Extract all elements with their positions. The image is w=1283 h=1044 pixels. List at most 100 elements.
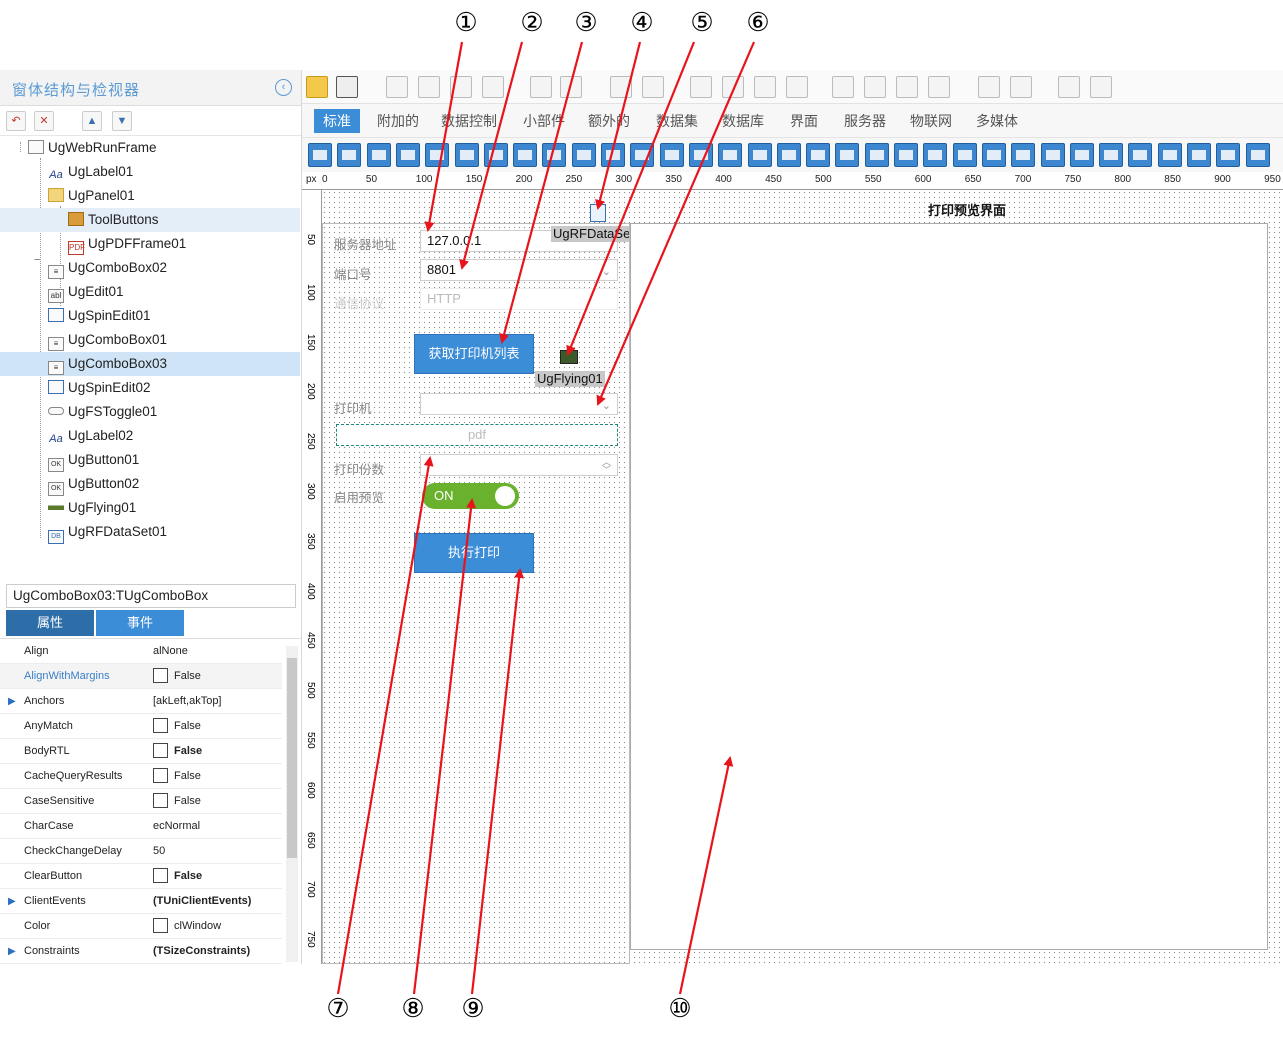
property-row[interactable]: CheckChangeDelay 50 [0, 839, 282, 864]
tab-server[interactable]: 服务器 [842, 109, 888, 133]
palette-component-icon[interactable] [542, 143, 567, 167]
palette-component-icon[interactable] [776, 143, 801, 167]
tree-node-button01[interactable]: OK UgButton01 [48, 448, 301, 472]
property-row[interactable]: AnyMatch False [0, 714, 282, 739]
align-tool-icon[interactable] [978, 76, 1000, 98]
copies-spin-edit[interactable]: ︿ ﹀ [420, 454, 618, 476]
get-printers-button[interactable]: 获取打印机列表 [414, 334, 534, 374]
property-value[interactable]: False [153, 739, 202, 764]
collapse-node-icon[interactable]: − [34, 254, 40, 266]
property-row[interactable]: ClearButton False [0, 864, 282, 889]
palette-component-icon[interactable] [366, 143, 391, 167]
align-tool-icon[interactable] [610, 76, 632, 98]
palette-component-icon[interactable] [1245, 143, 1270, 167]
expand-arrow-icon[interactable]: ▶ [8, 939, 16, 964]
align-tool-icon[interactable] [896, 76, 918, 98]
property-row[interactable]: BodyRTL False [0, 739, 282, 764]
tab-iot[interactable]: 物联网 [908, 109, 954, 133]
palette-component-icon[interactable] [513, 143, 538, 167]
property-row[interactable]: Align alNone [0, 639, 282, 664]
tab-interface[interactable]: 界面 [788, 109, 820, 133]
property-value[interactable]: False [153, 789, 201, 814]
align-tool-icon[interactable] [864, 76, 886, 98]
property-row[interactable]: CaseSensitive False [0, 789, 282, 814]
tree-node-webrunframe[interactable]: UgWebRunFrame [28, 136, 301, 160]
tree-node-pdfframe01[interactable]: PDF UgPDFFrame01 [68, 232, 301, 256]
tab-dataset[interactable]: 数据集 [654, 109, 700, 133]
palette-component-icon[interactable] [718, 143, 743, 167]
palette-component-icon[interactable] [425, 143, 450, 167]
tree-node-label01[interactable]: Aa UgLabel01 [48, 160, 301, 184]
tree-node-spinedit01[interactable]: UgSpinEdit01 [48, 304, 301, 328]
align-tool-icon[interactable] [418, 76, 440, 98]
tab-events[interactable]: 事件 [96, 610, 184, 636]
property-value[interactable]: (TSizeConstraints) [153, 939, 250, 964]
port-input[interactable]: 8801 ⌄ [420, 259, 618, 281]
move-down-icon[interactable]: ▼ [112, 111, 132, 131]
tab-multimedia[interactable]: 多媒体 [974, 109, 1020, 133]
collapse-icon[interactable]: ‹ [275, 79, 292, 96]
align-tool-icon[interactable] [722, 76, 744, 98]
tab-properties[interactable]: 属性 [6, 610, 94, 636]
palette-component-icon[interactable] [659, 143, 684, 167]
tree-node-button02[interactable]: OK UgButton02 [48, 472, 301, 496]
palette-component-icon[interactable] [454, 143, 479, 167]
tree-node-toolbuttons[interactable]: ToolButtons [0, 208, 300, 232]
palette-component-icon[interactable] [1099, 143, 1124, 167]
align-tool-icon[interactable] [450, 76, 472, 98]
property-value[interactable]: [akLeft,akTop] [153, 689, 222, 714]
property-row[interactable]: ▶ ClientEvents (TUniClientEvents) [0, 889, 282, 914]
property-checkbox[interactable] [153, 768, 168, 783]
tree-node-combobox02[interactable]: ≡ UgComboBox02 [48, 256, 301, 280]
palette-component-icon[interactable] [1157, 143, 1182, 167]
property-row[interactable]: CacheQueryResults False [0, 764, 282, 789]
palette-component-icon[interactable] [337, 143, 362, 167]
property-value[interactable]: ecNormal [153, 814, 200, 839]
align-tool-icon[interactable] [1058, 76, 1080, 98]
align-tool-icon[interactable] [1090, 76, 1112, 98]
property-value[interactable]: 50 [153, 839, 165, 864]
property-checkbox[interactable] [153, 718, 168, 733]
palette-component-icon[interactable] [747, 143, 772, 167]
pdf-preview-frame[interactable] [630, 223, 1268, 950]
property-value[interactable]: False [153, 664, 201, 689]
align-tool-icon[interactable] [832, 76, 854, 98]
tab-extra[interactable]: 额外的 [586, 109, 632, 133]
property-value[interactable]: alNone [153, 639, 188, 664]
palette-component-icon[interactable] [923, 143, 948, 167]
palette-component-icon[interactable] [1187, 143, 1211, 167]
tree-node-spinedit02[interactable]: UgSpinEdit02 [48, 376, 301, 400]
palette-component-icon[interactable] [864, 143, 889, 167]
tree-node-panel01[interactable]: UgPanel01 [48, 184, 301, 208]
move-up-icon[interactable]: ▲ [82, 111, 102, 131]
property-row[interactable]: ▶ Anchors [akLeft,akTop] [0, 689, 282, 714]
palette-component-icon[interactable] [1216, 143, 1241, 167]
property-checkbox[interactable] [153, 918, 168, 933]
property-value[interactable]: (TUniClientEvents) [153, 889, 251, 914]
tab-widgets[interactable]: 小部件 [520, 109, 568, 133]
tree-node-label02[interactable]: Aa UgLabel02 [48, 424, 301, 448]
add-node-icon[interactable]: ↶ [6, 111, 26, 131]
expand-arrow-icon[interactable]: ▶ [8, 889, 16, 914]
property-checkbox[interactable] [153, 868, 168, 883]
palette-component-icon[interactable] [483, 143, 508, 167]
palette-component-icon[interactable] [688, 143, 713, 167]
palette-component-icon[interactable] [894, 143, 918, 167]
tree-node-fstoggle01[interactable]: UgFSToggle01 [48, 400, 301, 424]
property-row[interactable]: Color clWindow [0, 914, 282, 939]
palette-component-icon[interactable] [601, 143, 625, 167]
align-tool-icon[interactable] [482, 76, 504, 98]
property-checkbox[interactable] [153, 668, 168, 683]
spin-arrows-icon[interactable]: ︿ ﹀ [602, 458, 611, 475]
property-value[interactable]: clWindow [153, 914, 221, 939]
tree-node-flying01[interactable]: UgFlying01 [48, 496, 301, 520]
chevron-down-icon[interactable]: ⌄ [602, 262, 611, 282]
tab-standard[interactable]: 标准 [314, 109, 360, 133]
property-value[interactable]: False [153, 764, 201, 789]
palette-component-icon[interactable] [952, 143, 977, 167]
palette-component-icon[interactable] [1128, 143, 1153, 167]
delete-node-icon[interactable]: ✕ [34, 111, 54, 131]
scrollbar-thumb[interactable] [287, 658, 297, 858]
preview-toggle[interactable]: ON [422, 483, 519, 509]
palette-component-icon[interactable] [981, 143, 1006, 167]
